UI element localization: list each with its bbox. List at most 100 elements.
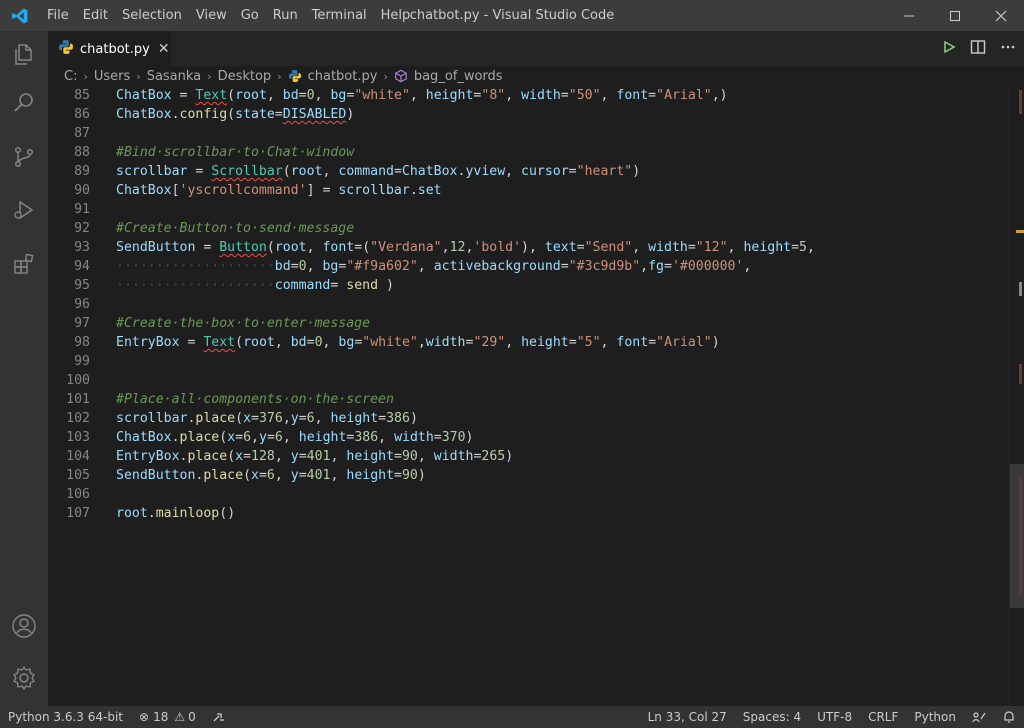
play-icon [944, 40, 956, 54]
minimize-button[interactable] [886, 0, 932, 31]
more-actions-button[interactable] [1000, 39, 1016, 59]
code-line[interactable]: 92 #Create·Button·to·send·message [48, 219, 1008, 238]
code-line[interactable]: 88 #Bind·scrollbar·to·Chat·window [48, 143, 1008, 162]
code-line[interactable]: 102 scrollbar.place(x=376,y=6, height=386… [48, 409, 1008, 428]
breadcrumb-sasanka[interactable]: Sasanka [147, 69, 201, 84]
code-line[interactable]: 100 [48, 371, 1008, 390]
code-line[interactable]: 96 [48, 295, 1008, 314]
extensions-button[interactable] [0, 240, 48, 288]
search-button[interactable] [0, 79, 48, 127]
close-tab-icon[interactable]: ✕ [158, 41, 170, 57]
chevron-right-icon: › [136, 69, 141, 83]
problems-indicator[interactable]: ⊗ 18 ⚠ 0 [131, 710, 204, 724]
code-line[interactable]: 86 ChatBox.config(state=DISABLED) [48, 105, 1008, 124]
code-line[interactable]: 106 [48, 485, 1008, 504]
line-code: root.mainloop() [116, 506, 236, 521]
code-line[interactable]: 99 [48, 352, 1008, 371]
code-editor[interactable]: 85 ChatBox = Text(root, bd=0, bg="white",… [48, 86, 1024, 706]
code-line[interactable]: 105 SendButton.place(x=6, y=401, height=9… [48, 466, 1008, 485]
line-code: SendButton.place(x=6, y=401, height=90) [116, 468, 426, 483]
code-line[interactable]: 104 EntryBox.place(x=128, y=401, height=9… [48, 447, 1008, 466]
menu-file[interactable]: File [40, 0, 76, 31]
line-number: 93 [74, 240, 90, 255]
maximize-button[interactable] [932, 0, 978, 31]
run-debug-button[interactable] [0, 186, 48, 234]
language-mode[interactable]: Python [906, 710, 964, 724]
code-line[interactable]: 101 #Place·all·components·on·the·screen [48, 390, 1008, 409]
live-share-button[interactable] [204, 710, 234, 724]
menu-run[interactable]: Run [266, 0, 305, 31]
menu-help[interactable]: Help [374, 0, 418, 31]
line-code: scrollbar = Scrollbar(root, command=Chat… [116, 164, 641, 179]
menu-go[interactable]: Go [234, 0, 266, 31]
line-number: 103 [66, 430, 90, 445]
code-line[interactable]: 87 [48, 124, 1008, 143]
code-line[interactable]: 95 ····················command= send ) [48, 276, 1008, 295]
indentation[interactable]: Spaces: 4 [735, 710, 809, 724]
python-icon [58, 39, 74, 59]
ellipsis-icon [1001, 45, 1015, 48]
line-number: 98 [74, 335, 90, 350]
menu-selection[interactable]: Selection [115, 0, 189, 31]
manage-button[interactable] [0, 654, 48, 702]
vscode-logo-icon [0, 0, 40, 31]
code-line[interactable]: 90 ChatBox['yscrollcommand'] = scrollbar.… [48, 181, 1008, 200]
notifications-button[interactable] [994, 710, 1024, 724]
tab-chatbot-py[interactable]: chatbot.py ✕ [48, 31, 171, 66]
breadcrumb-desktop[interactable]: Desktop [218, 69, 272, 84]
line-number: 97 [74, 316, 90, 331]
line-code: scrollbar.place(x=376,y=6, height=386) [116, 411, 418, 426]
error-count: 18 [153, 710, 169, 724]
explorer-button[interactable] [0, 31, 48, 79]
close-window-button[interactable] [978, 0, 1024, 31]
line-number: 100 [66, 373, 90, 388]
error-icon: ⊗ [139, 710, 150, 724]
code-line[interactable]: 94 ····················bd=0, bg="#f9a602"… [48, 257, 1008, 276]
line-number: 95 [74, 278, 90, 293]
tab-label: chatbot.py [80, 41, 150, 57]
end-of-line[interactable]: CRLF [860, 710, 906, 724]
feedback-button[interactable] [964, 710, 994, 724]
code-line[interactable]: 91 [48, 200, 1008, 219]
code-line[interactable]: 107 root.mainloop() [48, 504, 1008, 523]
breadcrumb-drive[interactable]: C: [64, 69, 77, 84]
minimize-icon [904, 15, 914, 16]
menu-view[interactable]: View [189, 0, 234, 31]
maximize-icon [950, 10, 960, 21]
editor-scrollbar[interactable] [1009, 86, 1024, 706]
gear-icon [13, 666, 35, 690]
breadcrumb: C: › Users › Sasanka › Desktop › chatbot… [48, 66, 1024, 86]
warning-icon: ⚠ [174, 710, 186, 724]
line-number: 89 [74, 164, 90, 179]
cursor-position[interactable]: Ln 33, Col 27 [640, 710, 735, 724]
feedback-icon [972, 712, 986, 723]
code-line[interactable]: 93 SendButton = Button(root, font=("Verda… [48, 238, 1008, 257]
line-code: ChatBox.place(x=6,y=6, height=386, width… [116, 430, 474, 445]
menu-terminal[interactable]: Terminal [305, 0, 374, 31]
source-control-button[interactable] [0, 133, 48, 181]
python-interpreter[interactable]: Python 3.6.3 64-bit [0, 710, 131, 724]
line-code: ChatBox = Text(root, bd=0, bg="white", h… [116, 88, 728, 103]
breadcrumb-symbol[interactable]: bag_of_words [394, 69, 503, 84]
line-number: 99 [74, 354, 90, 369]
ruler-warning-marker [1016, 230, 1024, 233]
breadcrumb-file[interactable]: chatbot.py [288, 68, 378, 84]
file-encoding[interactable]: UTF-8 [809, 710, 860, 724]
code-line[interactable]: 85 ChatBox = Text(root, bd=0, bg="white",… [48, 86, 1008, 105]
code-line[interactable]: 97 #Create·the·box·to·enter·message [48, 314, 1008, 333]
breadcrumb-users[interactable]: Users [94, 69, 130, 84]
line-number: 96 [74, 297, 90, 312]
accounts-button[interactable] [0, 602, 48, 650]
code-line[interactable]: 98 EntryBox = Text(root, bd=0, bg="white"… [48, 333, 1008, 352]
chevron-right-icon: › [383, 69, 388, 83]
line-number: 107 [66, 506, 90, 521]
run-python-file-button[interactable] [942, 39, 956, 58]
line-number: 88 [74, 145, 90, 160]
split-editor-button[interactable] [970, 39, 986, 59]
line-number: 106 [66, 487, 90, 502]
code-line[interactable]: 89 scrollbar = Scrollbar(root, command=Ch… [48, 162, 1008, 181]
ruler-marker [1019, 282, 1022, 296]
breadcrumb-file-label: chatbot.py [307, 68, 378, 84]
menu-edit[interactable]: Edit [76, 0, 115, 31]
code-line[interactable]: 103 ChatBox.place(x=6,y=6, height=386, wi… [48, 428, 1008, 447]
